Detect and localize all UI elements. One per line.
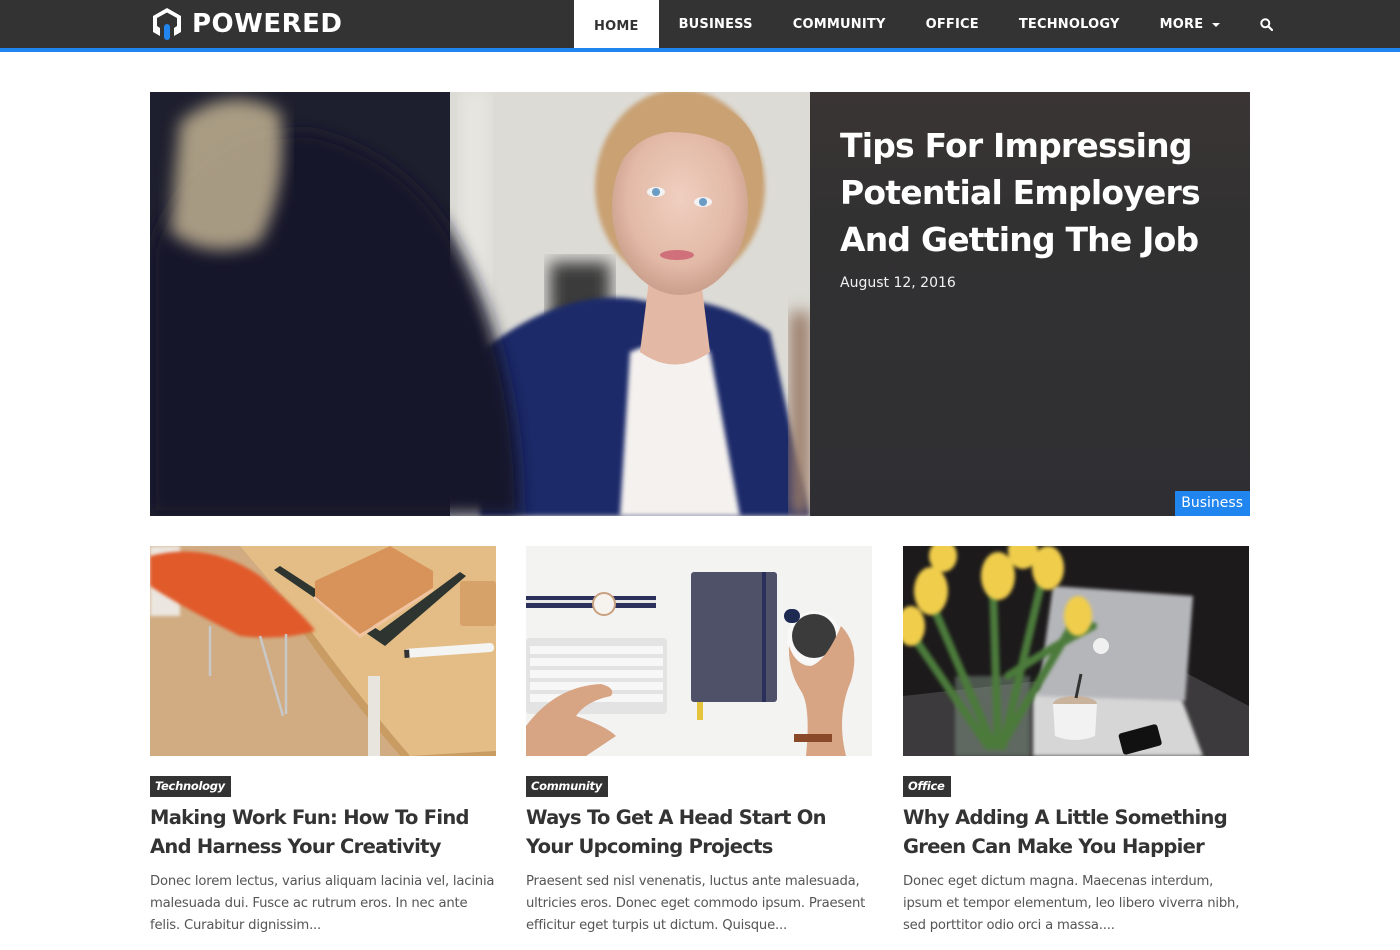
featured-title[interactable]: Tips For Impressing Potential Employers …	[840, 122, 1230, 263]
post-image[interactable]	[526, 546, 872, 756]
nav-label: OFFICE	[925, 16, 979, 32]
main-nav: HOME BUSINESS COMMUNITY OFFICE TECHNOLOG…	[574, 0, 1293, 52]
caret-down-icon	[1212, 22, 1221, 27]
post-title[interactable]: Why Adding A Little Something Green Can …	[903, 803, 1249, 861]
nav-item-office[interactable]: OFFICE	[906, 0, 999, 48]
featured-image[interactable]	[150, 92, 810, 516]
post-photo-illustration	[903, 546, 1249, 756]
post-image[interactable]	[150, 546, 496, 756]
post-title[interactable]: Ways To Get A Head Start On Your Upcomin…	[526, 803, 872, 861]
logo-text: POWERED	[192, 9, 343, 39]
search-button[interactable]	[1240, 0, 1293, 48]
search-icon	[1260, 17, 1274, 31]
nav-label: COMMUNITY	[792, 16, 886, 32]
nav-item-more[interactable]: MORE	[1140, 0, 1241, 48]
post-excerpt: Donec lorem lectus, varius aliquam lacin…	[150, 874, 495, 933]
nav-item-technology[interactable]: TECHNOLOGY	[999, 0, 1140, 48]
featured-photo-illustration	[150, 92, 810, 516]
logo-hexagon-icon	[153, 8, 181, 40]
nav-item-business[interactable]: BUSINESS	[659, 0, 773, 48]
post-excerpt: Praesent sed nisl venenatis, luctus ante…	[526, 874, 866, 933]
post-excerpt: Donec eget dictum magna. Maecenas interd…	[903, 874, 1240, 933]
featured-date: August 12, 2016	[840, 275, 956, 291]
post-card: Technology Making Work Fun: How To Find …	[150, 546, 496, 937]
post-card: Office Why Adding A Little Something Gre…	[903, 546, 1249, 937]
post-category-tag[interactable]: Community	[526, 776, 608, 797]
site-header: POWERED HOME BUSINESS COMMUNITY OFFICE T…	[0, 0, 1400, 52]
nav-label: TECHNOLOGY	[1018, 16, 1120, 32]
nav-item-home[interactable]: HOME	[574, 0, 659, 52]
post-card: Community Ways To Get A Head Start On Yo…	[526, 546, 872, 937]
featured-category-badge[interactable]: Business	[1175, 491, 1250, 516]
nav-label: HOME	[594, 18, 639, 34]
header-accent-bar	[0, 48, 1400, 52]
post-photo-illustration	[150, 546, 496, 756]
site-logo[interactable]: POWERED	[150, 6, 342, 42]
featured-text-panel: Tips For Impressing Potential Employers …	[810, 92, 1250, 516]
featured-post[interactable]: Tips For Impressing Potential Employers …	[150, 92, 1250, 516]
nav-label: BUSINESS	[678, 16, 753, 32]
post-photo-illustration	[526, 546, 872, 756]
post-category-tag[interactable]: Office	[903, 776, 951, 797]
nav-item-community[interactable]: COMMUNITY	[773, 0, 906, 48]
post-image[interactable]	[903, 546, 1249, 756]
post-category-tag[interactable]: Technology	[150, 776, 231, 797]
post-title[interactable]: Making Work Fun: How To Find And Harness…	[150, 803, 496, 861]
nav-label: MORE	[1159, 16, 1204, 32]
